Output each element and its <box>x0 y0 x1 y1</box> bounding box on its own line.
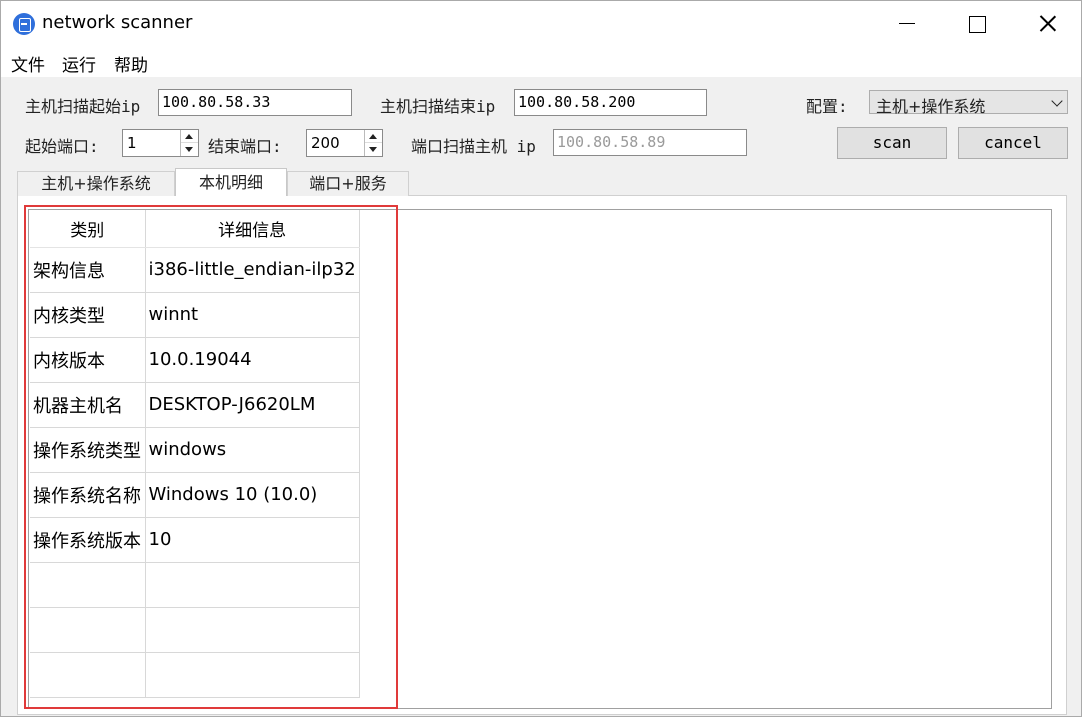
column-header-details[interactable]: 详细信息 <box>145 210 360 248</box>
cell-details[interactable]: Windows 10 (10.0) <box>145 472 360 518</box>
cell-category[interactable]: 架构信息 <box>30 247 146 293</box>
table-row[interactable] <box>30 562 360 608</box>
table-row[interactable]: 操作系统类型 windows <box>30 427 360 473</box>
tab-port-service[interactable]: 端口+服务 <box>287 171 409 196</box>
chevron-down-icon <box>1051 95 1063 107</box>
cell-category[interactable]: 内核类型 <box>30 292 146 338</box>
tab-host-os[interactable]: 主机+操作系统 <box>17 171 175 196</box>
end-port-arrows <box>364 130 382 156</box>
port-host-label: 端口扫描主机 ip <box>411 137 536 156</box>
cell-details[interactable]: 10.0.19044 <box>145 337 360 383</box>
title-bar[interactable]: network scanner <box>1 1 1081 45</box>
menu-run[interactable]: 运行 <box>62 51 96 76</box>
start-port-value: 1 <box>127 134 137 152</box>
window-title: network scanner <box>42 12 193 33</box>
tab-local-detail[interactable]: 本机明细 <box>175 168 287 196</box>
end-port-down-icon[interactable] <box>365 143 382 156</box>
table-row[interactable] <box>30 652 360 698</box>
config-select[interactable]: 主机+操作系统 <box>869 90 1068 116</box>
cell-category[interactable]: 操作系统版本 <box>30 517 146 563</box>
table-row[interactable] <box>30 607 360 653</box>
config-label: 配置: <box>806 97 848 116</box>
host-end-input[interactable]: 100.80.58.200 <box>514 89 707 116</box>
start-port-down-icon[interactable] <box>181 143 198 156</box>
app-window: network scanner 文件 运行 帮助 主机扫描起始ip 100.80… <box>0 0 1082 717</box>
menu-help[interactable]: 帮助 <box>114 51 148 76</box>
cell-details[interactable] <box>145 652 360 698</box>
cell-details[interactable]: DESKTOP-J6620LM <box>145 382 360 428</box>
cell-details[interactable] <box>145 607 360 653</box>
table-row[interactable]: 内核版本 10.0.19044 <box>30 337 360 383</box>
maximize-button[interactable] <box>947 1 1007 45</box>
host-start-input[interactable]: 100.80.58.33 <box>158 89 352 116</box>
table-row[interactable]: 操作系统名称 Windows 10 (10.0) <box>30 472 360 518</box>
port-host-input[interactable]: 100.80.58.89 <box>553 129 747 156</box>
start-port-up-icon[interactable] <box>181 130 198 143</box>
cell-details[interactable]: windows <box>145 427 360 473</box>
end-port-stepper[interactable]: 200 <box>306 129 383 157</box>
cell-category[interactable] <box>30 652 146 698</box>
cancel-button[interactable]: cancel <box>958 127 1068 159</box>
menu-bar: 文件 运行 帮助 <box>1 45 1081 77</box>
cell-details[interactable]: 10 <box>145 517 360 563</box>
host-start-label: 主机扫描起始ip <box>25 97 141 116</box>
minimize-button[interactable] <box>877 1 937 45</box>
detail-table: 类别 详细信息 架构信息 i386-little_endian-ilp32 内核类型… <box>30 210 360 698</box>
column-header-category[interactable]: 类别 <box>30 210 146 248</box>
table-header-row: 类别 详细信息 <box>30 210 360 248</box>
cell-category[interactable]: 操作系统名称 <box>30 472 146 518</box>
cell-details[interactable] <box>145 562 360 608</box>
scan-button[interactable]: scan <box>837 127 947 159</box>
host-end-label: 主机扫描结束ip <box>380 97 496 116</box>
start-port-label: 起始端口: <box>25 137 99 156</box>
end-port-value: 200 <box>311 134 340 152</box>
cell-category[interactable] <box>30 607 146 653</box>
start-port-arrows <box>180 130 198 156</box>
cell-details[interactable]: winnt <box>145 292 360 338</box>
close-button[interactable] <box>1017 1 1077 45</box>
start-port-stepper[interactable]: 1 <box>122 129 199 157</box>
end-port-label: 结束端口: <box>208 137 282 156</box>
cell-category[interactable]: 内核版本 <box>30 337 146 383</box>
table-row[interactable]: 机器主机名 DESKTOP-J6620LM <box>30 382 360 428</box>
cell-category[interactable] <box>30 562 146 608</box>
cell-category[interactable]: 机器主机名 <box>30 382 146 428</box>
table-row[interactable]: 架构信息 i386-little_endian-ilp32 <box>30 247 360 293</box>
cell-details[interactable]: i386-little_endian-ilp32 <box>145 247 360 293</box>
menu-file[interactable]: 文件 <box>11 51 45 76</box>
table-row[interactable]: 操作系统版本 10 <box>30 517 360 563</box>
end-port-up-icon[interactable] <box>365 130 382 143</box>
cell-category[interactable]: 操作系统类型 <box>30 427 146 473</box>
config-select-value: 主机+操作系统 <box>876 97 986 116</box>
app-icon <box>13 13 35 35</box>
table-row[interactable]: 内核类型 winnt <box>30 292 360 338</box>
